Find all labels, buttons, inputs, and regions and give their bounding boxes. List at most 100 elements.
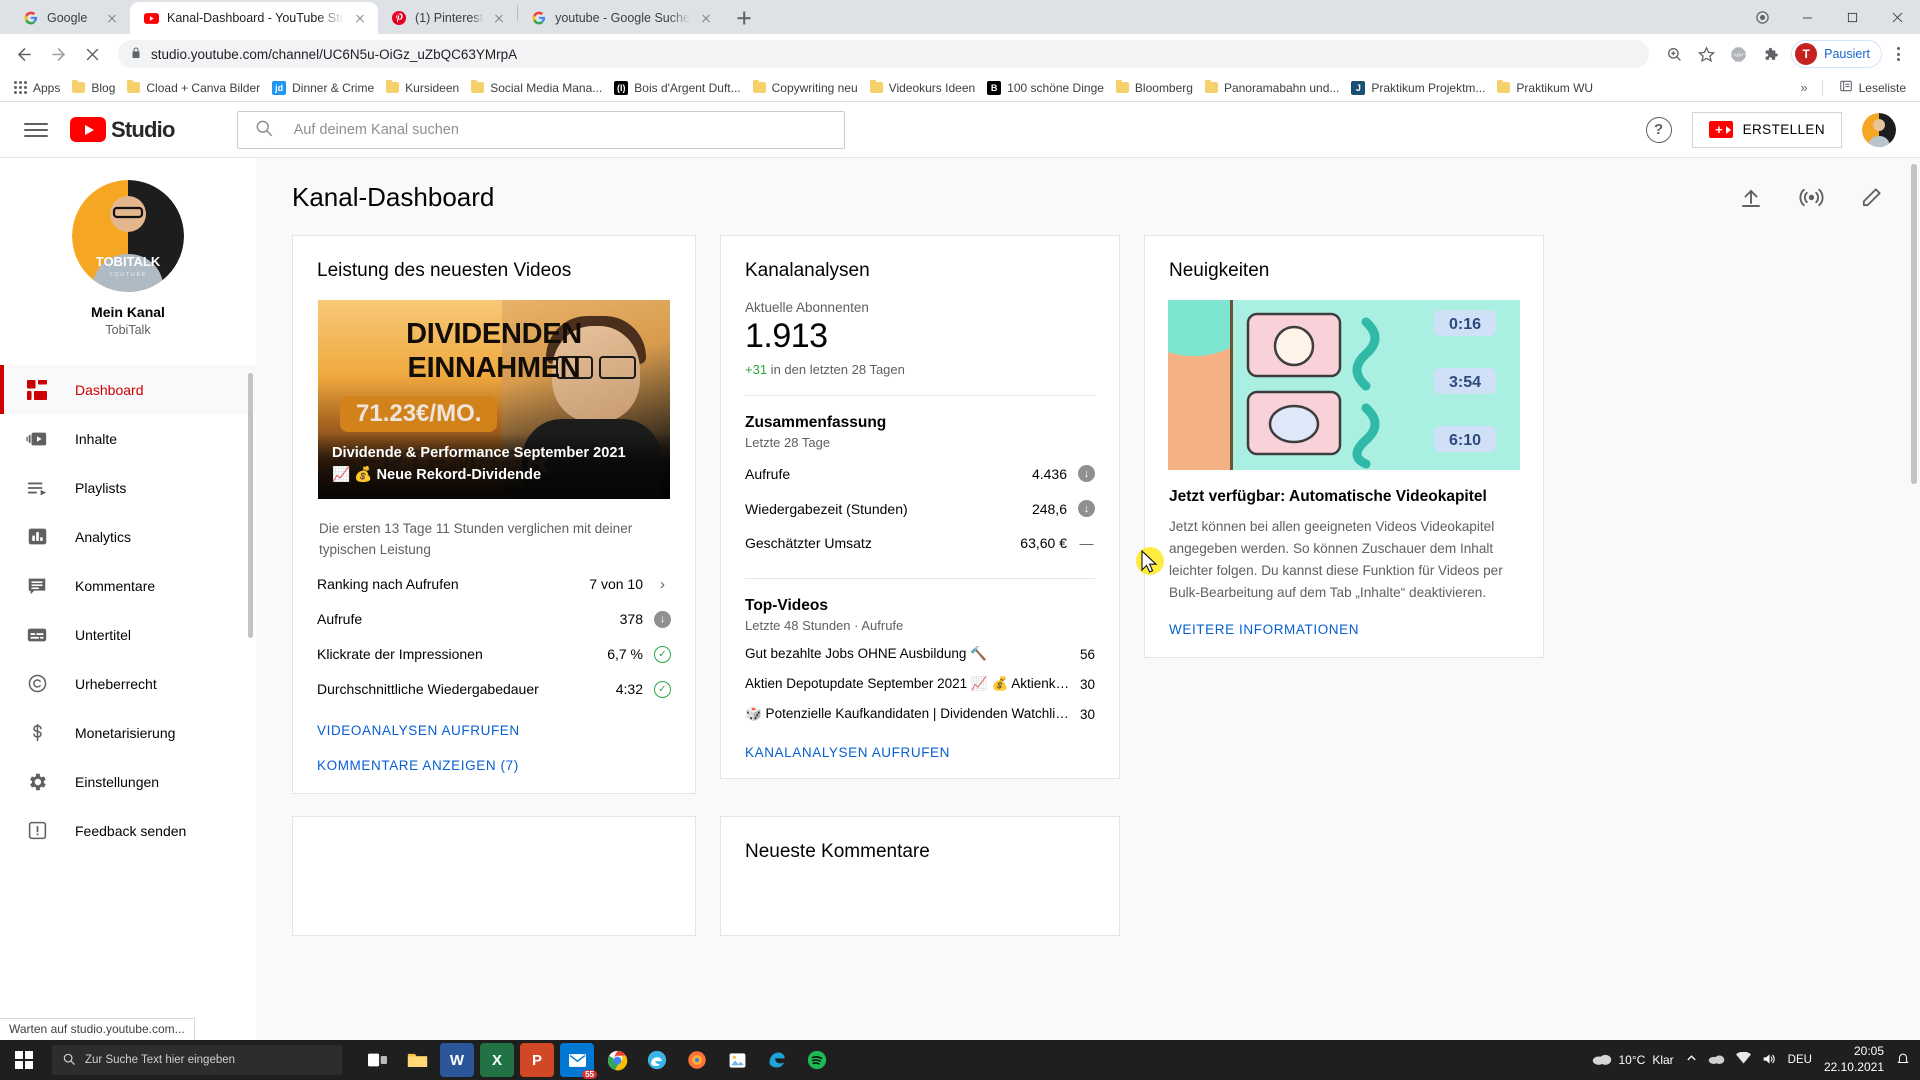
stat-row[interactable]: Ranking nach Aufrufen 7 von 10 › [293,567,695,602]
close-icon[interactable] [698,10,714,26]
sidebar-item-kommentare[interactable]: Kommentare [0,561,256,610]
firefox-icon[interactable] [680,1043,714,1077]
check-icon[interactable]: ✓ [654,645,671,663]
live-icon[interactable] [1798,185,1824,211]
taskbar-search-input[interactable]: Zur Suche Text hier eingeben [52,1045,342,1075]
check-icon[interactable]: ✓ [654,680,671,698]
sidebar-item-einstellungen[interactable]: Einstellungen [0,757,256,806]
bookmark-blog[interactable]: Blog [66,79,121,97]
sidebar-item-urheberrecht[interactable]: Urheberrecht [0,659,256,708]
photos-icon[interactable] [720,1043,754,1077]
browser-tab-google[interactable]: Google [10,2,130,34]
language-indicator[interactable]: DEU [1788,1054,1812,1066]
network-icon[interactable] [1735,1051,1751,1068]
bookmark-100-schoene-dinge[interactable]: B 100 schöne Dinge [981,79,1110,97]
search-input[interactable]: Auf deinem Kanal suchen [236,110,845,149]
close-icon[interactable] [491,10,507,26]
close-icon[interactable] [352,10,368,26]
sidebar-item-analytics[interactable]: Analytics [0,512,256,561]
browser-tab-youtube-studio[interactable]: Kanal-Dashboard - YouTube Stud [130,2,378,34]
notifications-icon[interactable] [1896,1052,1910,1069]
channel-avatar[interactable]: TOBITALK YOUTUBE [72,180,184,292]
top-video-row[interactable]: Aktien Depotupdate September 2021 📈 💰 Ak… [721,669,1119,699]
browser-tab-youtube-search[interactable]: youtube - Google Suche [518,2,724,34]
upload-icon[interactable] [1738,185,1764,211]
news-image[interactable]: 0:16 3:54 6:10 [1168,300,1520,470]
powerpoint-icon[interactable]: P [520,1043,554,1077]
bookmark-praktikum-wu[interactable]: Praktikum WU [1491,79,1599,97]
task-view-icon[interactable] [360,1043,394,1077]
close-window-button[interactable] [1875,0,1920,34]
new-tab-button[interactable] [730,4,758,32]
bookmark-social-media[interactable]: Social Media Mana... [465,79,608,97]
bookmark-star-icon[interactable] [1691,39,1721,69]
maximize-button[interactable] [1830,0,1875,34]
bookmark-dinner-crime[interactable]: jd Dinner & Crime [266,79,380,97]
video-thumbnail[interactable]: SEPTEMBER DIVIDENDEN EINNAHMEN 71.23€/MO… [318,300,670,499]
spotify-icon[interactable] [800,1043,834,1077]
profile-chip[interactable]: T Pausiert [1791,40,1882,68]
file-explorer-icon[interactable] [400,1043,434,1077]
sidebar-item-feedback[interactable]: Feedback senden [0,806,256,855]
bookmark-bois-dargent[interactable]: (I) Bois d'Argent Duft... [608,79,746,97]
weather-widget[interactable]: 10°C Klar [1592,1052,1674,1069]
stat-row[interactable]: Klickrate der Impressionen 6,7 % ✓ [293,637,695,672]
clock[interactable]: 20:05 22.10.2021 [1824,1044,1884,1075]
top-video-row[interactable]: Gut bezahlte Jobs OHNE Ausbildung 🔨 56 [721,639,1119,669]
bookmark-kursideen[interactable]: Kursideen [380,79,465,97]
info-icon[interactable]: ↓ [654,610,671,628]
edge-icon[interactable] [760,1043,794,1077]
info-icon[interactable]: ↓ [1078,465,1095,482]
bookmark-cload-canva[interactable]: Cload + Canva Bilder [121,79,266,97]
chrome-icon[interactable] [600,1043,634,1077]
onedrive-icon[interactable] [1708,1053,1725,1068]
bookmark-apps[interactable]: Apps [8,79,66,97]
edge-old-icon[interactable] [640,1043,674,1077]
create-button[interactable]: ERSTELLEN [1691,111,1842,148]
edit-icon[interactable] [1858,185,1884,211]
minimize-button[interactable] [1785,0,1830,34]
chevron-right-icon[interactable]: › [654,576,671,593]
summary-row[interactable]: Wiedergabezeit (Stunden) 248,6 ↓ [721,491,1119,526]
link-channel-analytics[interactable]: KANALANALYSEN AUFRUFEN [721,729,1119,764]
sidebar-item-inhalte[interactable]: Inhalte [0,414,256,463]
top-video-row[interactable]: 🎲 Potenzielle Kaufkandidaten | Dividende… [721,699,1119,729]
sidebar-item-dashboard[interactable]: Dashboard [0,365,256,414]
reading-list-button[interactable]: Leseliste [1833,77,1912,98]
summary-row[interactable]: Aufrufe 4.436 ↓ [721,456,1119,491]
bookmark-copywriting[interactable]: Copywriting neu [747,79,864,97]
stop-loading-icon[interactable] [76,38,108,70]
start-button[interactable] [0,1040,48,1080]
show-hidden-icons[interactable] [1686,1053,1697,1067]
bookmark-bloomberg[interactable]: Bloomberg [1110,79,1199,97]
word-icon[interactable]: W [440,1043,474,1077]
volume-icon[interactable] [1762,1052,1777,1069]
back-arrow-icon[interactable] [8,38,40,70]
avatar[interactable] [1862,112,1896,147]
adblock-icon[interactable]: ABP [1723,39,1753,69]
studio-logo[interactable]: Studio [70,117,175,143]
close-icon[interactable] [104,10,120,26]
link-more-info[interactable]: WEITERE INFORMATIONEN [1145,604,1543,637]
chrome-menu-icon[interactable] [1884,47,1912,61]
main-scrollbar[interactable] [1911,164,1917,484]
stat-row[interactable]: Durchschnittliche Wiedergabedauer 4:32 ✓ [293,672,695,707]
bookmark-panoramabahn[interactable]: Panoramabahn und... [1199,79,1345,97]
link-video-analytics[interactable]: VIDEOANALYSEN AUFRUFEN [293,707,695,742]
sidebar-item-playlists[interactable]: Playlists [0,463,256,512]
sidebar-item-monetarisierung[interactable]: Monetarisierung [0,708,256,757]
address-bar[interactable]: studio.youtube.com/channel/UC6N5u-OiGz_u… [118,40,1650,68]
forward-arrow-icon[interactable] [42,38,74,70]
summary-row[interactable]: Geschätzter Umsatz 63,60 € — [721,526,1119,560]
bookmark-videokurs-ideen[interactable]: Videokurs Ideen [864,79,982,97]
mail-icon[interactable]: 55 [560,1043,597,1079]
browser-tab-pinterest[interactable]: (1) Pinterest [378,2,517,34]
sidebar-scrollbar[interactable] [248,373,253,638]
bookmarks-overflow-icon[interactable]: » [1796,80,1811,95]
hamburger-icon[interactable] [24,118,48,142]
info-icon[interactable]: ↓ [1078,500,1095,517]
link-show-comments[interactable]: KOMMENTARE ANZEIGEN (7) [293,742,695,777]
help-icon[interactable]: ? [1645,116,1672,143]
zoom-icon[interactable] [1659,39,1689,69]
stat-row[interactable]: Aufrufe 378 ↓ [293,602,695,637]
